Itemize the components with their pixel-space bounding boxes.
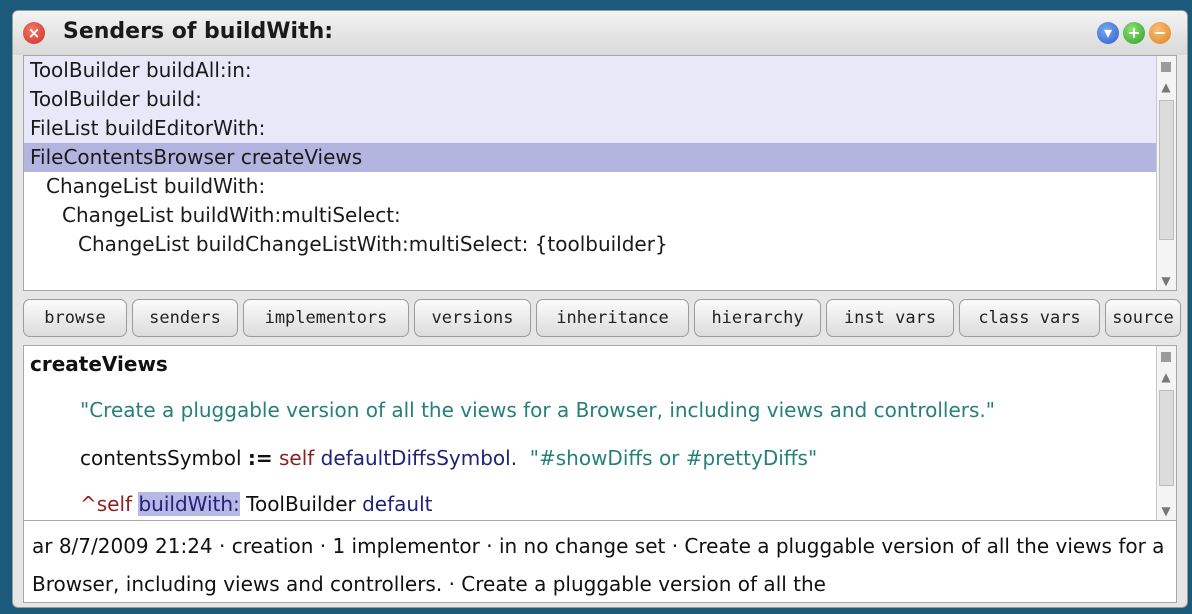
code-variable: contentsSymbol	[80, 446, 242, 470]
hierarchy-button[interactable]: hierarchy	[694, 299, 821, 337]
senders-button[interactable]: senders	[132, 299, 238, 337]
scroll-menu-icon[interactable]	[1161, 62, 1171, 72]
code-line-return: ^self buildWith: ToolBuilder default	[80, 492, 432, 516]
code-assign-operator: :=	[247, 446, 273, 470]
method-comment: "Create a pluggable version of all the v…	[80, 398, 995, 422]
button-bar: browse senders implementors versions inh…	[23, 295, 1181, 341]
code-pane: createViews "Create a pluggable version …	[23, 345, 1177, 521]
code-editor[interactable]: createViews "Create a pluggable version …	[24, 346, 1156, 520]
list-item[interactable]: ChangeList buildWith:multiSelect:	[24, 201, 1156, 230]
window-title: Senders of buildWith:	[63, 19, 334, 44]
code-highlighted-selector: buildWith:	[138, 492, 240, 516]
window-menu-icon[interactable]: ▾	[1097, 22, 1119, 44]
title-bar[interactable]: × Senders of buildWith: ▾ + −	[13, 11, 1187, 55]
code-self: self	[278, 446, 315, 470]
senders-list-pane: ToolBuilder buildAll:in: ToolBuilder buil…	[23, 55, 1177, 291]
scroll-up-icon[interactable]: ▲	[1157, 368, 1175, 386]
code-inline-comment: "#showDiffs or #prettyDiffs"	[529, 446, 818, 470]
scroll-thumb[interactable]	[1159, 390, 1174, 486]
browse-button[interactable]: browse	[23, 299, 127, 337]
code-class-name: ToolBuilder	[246, 492, 356, 516]
annotation-text: ar 8/7/2009 21:24 · creation · 1 impleme…	[32, 534, 1165, 596]
list-item[interactable]: ChangeList buildChangeListWith:multiSele…	[24, 230, 1156, 259]
annotation-pane: ar 8/7/2009 21:24 · creation · 1 impleme…	[23, 521, 1177, 603]
scroll-up-icon[interactable]: ▲	[1157, 78, 1175, 96]
code-message: defaultDiffsSymbol.	[320, 446, 518, 470]
close-icon[interactable]: ×	[23, 22, 45, 44]
scroll-down-icon[interactable]: ▼	[1157, 502, 1175, 520]
code-scrollbar[interactable]: ▲ ▼	[1156, 346, 1176, 520]
scroll-thumb[interactable]	[1159, 100, 1174, 240]
method-selector: createViews	[30, 352, 168, 376]
list-item[interactable]: ChangeList buildWith:	[24, 172, 1156, 201]
collapse-icon[interactable]: −	[1149, 22, 1171, 44]
senders-list[interactable]: ToolBuilder buildAll:in: ToolBuilder buil…	[24, 56, 1156, 290]
senders-browser-window: × Senders of buildWith: ▾ + − ToolBuilde…	[12, 10, 1188, 608]
code-line-assign: contentsSymbol := self defaultDiffsSymbo…	[80, 446, 817, 470]
list-item[interactable]: FileContentsBrowser createViews	[24, 143, 1156, 172]
code-return-self: ^self	[80, 492, 133, 516]
inst-vars-button[interactable]: inst vars	[826, 299, 954, 337]
scroll-menu-icon[interactable]	[1161, 352, 1171, 362]
code-argument: default	[362, 492, 433, 516]
class-vars-button[interactable]: class vars	[959, 299, 1100, 337]
expand-icon[interactable]: +	[1123, 22, 1145, 44]
list-item[interactable]: ToolBuilder build:	[24, 85, 1156, 114]
implementors-button[interactable]: implementors	[243, 299, 409, 337]
inheritance-button[interactable]: inheritance	[536, 299, 689, 337]
scroll-down-icon[interactable]: ▼	[1157, 272, 1175, 290]
list-scrollbar[interactable]: ▲ ▼	[1156, 56, 1176, 290]
versions-button[interactable]: versions	[414, 299, 531, 337]
source-button[interactable]: source	[1105, 299, 1181, 337]
list-item[interactable]: ToolBuilder buildAll:in:	[24, 56, 1156, 85]
list-item[interactable]: FileList buildEditorWith:	[24, 114, 1156, 143]
